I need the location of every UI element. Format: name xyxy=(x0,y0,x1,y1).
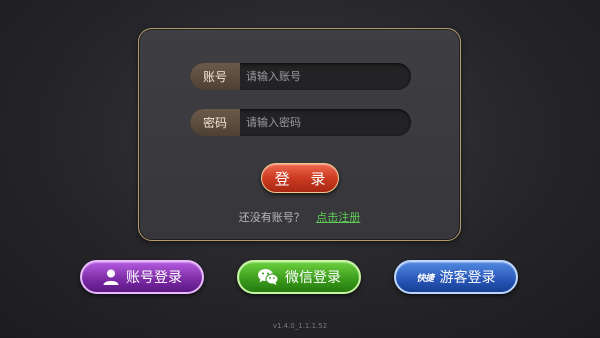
password-field-label: 密码 xyxy=(190,109,240,136)
login-panel: 账号 密码 登 录 还没有账号？ 点击注册 xyxy=(138,28,461,241)
wechat-login-label: 微信登录 xyxy=(285,270,341,286)
account-field-label: 账号 xyxy=(190,63,240,90)
user-icon xyxy=(102,268,120,286)
quick-icon: 快捷 xyxy=(416,273,434,284)
login-button[interactable]: 登 录 xyxy=(261,163,339,193)
register-prompt: 还没有账号？ xyxy=(238,211,305,224)
password-field[interactable]: 密码 xyxy=(190,109,411,136)
register-row: 还没有账号？ 点击注册 xyxy=(139,209,460,225)
wechat-icon xyxy=(257,268,279,286)
account-login-button[interactable]: 账号登录 xyxy=(80,260,204,294)
wechat-login-button[interactable]: 微信登录 xyxy=(237,260,361,294)
account-login-label: 账号登录 xyxy=(126,270,182,286)
account-field[interactable]: 账号 xyxy=(190,63,411,90)
register-link[interactable]: 点击注册 xyxy=(316,211,360,224)
guest-login-button[interactable]: 快捷 游客登录 xyxy=(394,260,518,294)
account-input[interactable] xyxy=(240,63,408,90)
password-input[interactable] xyxy=(240,109,408,136)
version-label: v1.4.0_1.1.1.52 xyxy=(272,322,328,330)
guest-login-label: 游客登录 xyxy=(439,270,496,286)
